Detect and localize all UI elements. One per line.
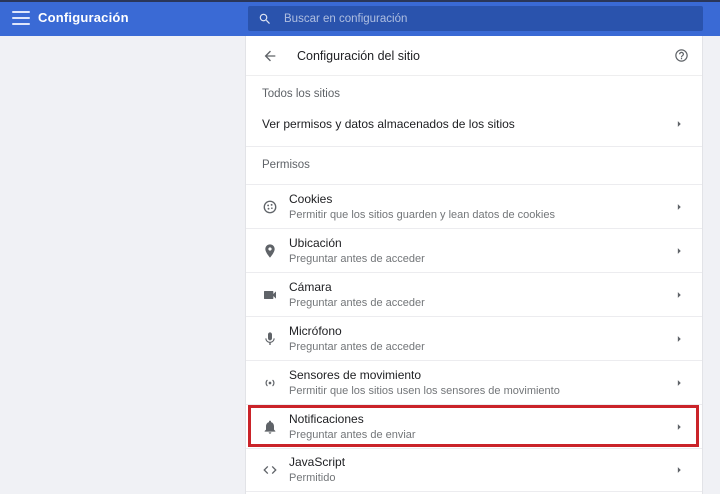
- chevron-right-icon: [672, 376, 686, 390]
- permission-subtitle: Preguntar antes de acceder: [289, 340, 425, 353]
- cookie-icon: [261, 199, 278, 215]
- back-arrow-icon: [264, 50, 276, 61]
- chevron-right-icon: [672, 200, 686, 214]
- permission-title: Ubicación: [289, 235, 342, 250]
- list-item-notifications[interactable]: Notificaciones Preguntar antes de enviar: [246, 404, 702, 448]
- section-label-permissions: Permisos: [262, 159, 310, 171]
- list-item-camera[interactable]: Cámara Preguntar antes de acceder: [246, 272, 702, 316]
- microphone-icon: [261, 331, 278, 347]
- permissions-list: Cookies Permitir que los sitios guarden …: [246, 184, 702, 492]
- menu-button[interactable]: [12, 11, 30, 25]
- list-item-microphone[interactable]: Micrófono Preguntar antes de acceder: [246, 316, 702, 360]
- permission-subtitle: Preguntar antes de enviar: [289, 428, 416, 441]
- bell-icon: [261, 419, 278, 435]
- section-label-all-sites: Todos los sitios: [262, 88, 340, 100]
- permission-title: Notificaciones: [289, 411, 364, 426]
- permission-subtitle: Permitir que los sitios usen los sensore…: [289, 384, 560, 397]
- list-item-location[interactable]: Ubicación Preguntar antes de acceder: [246, 228, 702, 272]
- chevron-right-icon: [672, 332, 686, 346]
- search-bar[interactable]: [248, 6, 703, 31]
- location-pin-icon: [261, 243, 278, 259]
- back-button[interactable]: [259, 45, 281, 67]
- permission-title: Sensores de movimiento: [289, 367, 422, 382]
- page-title: Configuración del sitio: [297, 48, 420, 63]
- permission-subtitle: Permitir que los sitios guarden y lean d…: [289, 208, 555, 221]
- page-title-row: Configuración del sitio: [246, 36, 702, 76]
- view-all-sites-label: Ver permisos y datos almacenados de los …: [262, 117, 515, 131]
- chevron-right-icon: [672, 420, 686, 434]
- chevron-right-icon: [672, 288, 686, 302]
- permission-title: Cookies: [289, 191, 333, 206]
- help-button[interactable]: [670, 45, 692, 67]
- list-item-cookies[interactable]: Cookies Permitir que los sitios guarden …: [246, 184, 702, 228]
- permission-title: JavaScript: [289, 455, 346, 469]
- chevron-right-icon: [672, 117, 686, 131]
- window-top-edge: [0, 0, 720, 2]
- site-settings-panel: Configuración del sitio Todos los sitios…: [245, 36, 703, 494]
- chevron-right-icon: [672, 463, 686, 477]
- permission-title: Cámara: [289, 279, 332, 294]
- help-icon: [674, 49, 688, 62]
- search-icon: [259, 13, 270, 24]
- chevron-right-icon: [672, 244, 686, 258]
- list-item-javascript[interactable]: JavaScript Permitido: [246, 448, 702, 492]
- motion-sensors-icon: [261, 375, 278, 391]
- video-camera-icon: [261, 287, 278, 303]
- list-item-motion-sensors[interactable]: Sensores de movimiento Permitir que los …: [246, 360, 702, 404]
- permission-subtitle: Preguntar antes de acceder: [289, 252, 425, 265]
- permission-title: Micrófono: [289, 323, 342, 338]
- header-title: Configuración: [38, 10, 129, 25]
- view-all-sites-row[interactable]: Ver permisos y datos almacenados de los …: [246, 102, 702, 147]
- permission-subtitle: Permitido: [289, 472, 336, 484]
- hamburger-icon: [12, 11, 30, 13]
- permission-subtitle: Preguntar antes de acceder: [289, 296, 425, 309]
- code-icon: [261, 462, 278, 478]
- settings-header: Configuración: [0, 0, 720, 36]
- search-input[interactable]: [284, 12, 693, 25]
